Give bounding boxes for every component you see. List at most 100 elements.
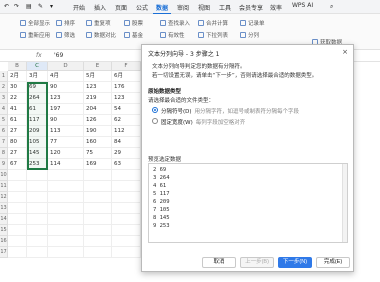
table-cell[interactable] xyxy=(8,236,27,247)
table-cell[interactable] xyxy=(8,247,27,258)
table-cell[interactable]: 6月 xyxy=(112,71,141,82)
preview-scrollbar[interactable] xyxy=(342,164,347,242)
table-cell[interactable]: 80 xyxy=(8,137,27,148)
filter-button[interactable]: 筛选 xyxy=(56,31,75,39)
table-cell[interactable] xyxy=(27,203,48,214)
table-cell[interactable] xyxy=(84,192,112,203)
table-cell[interactable] xyxy=(84,247,112,258)
table-cell[interactable]: 204 xyxy=(84,104,112,115)
row-header[interactable]: 8 xyxy=(0,148,8,159)
table-cell[interactable]: 112 xyxy=(112,126,141,137)
table-cell[interactable] xyxy=(48,214,84,225)
table-cell[interactable] xyxy=(27,225,48,236)
table-cell[interactable] xyxy=(48,225,84,236)
row-header[interactable]: 10 xyxy=(0,170,8,181)
table-cell[interactable]: 114 xyxy=(48,159,84,170)
paint-icon[interactable]: ✎ xyxy=(38,3,46,11)
table-cell[interactable] xyxy=(8,170,27,181)
row-header[interactable]: 6 xyxy=(0,126,8,137)
table-cell[interactable] xyxy=(27,192,48,203)
table-cell[interactable] xyxy=(112,181,141,192)
row-header[interactable]: 7 xyxy=(0,137,8,148)
column-header-b[interactable]: B xyxy=(8,62,27,71)
table-cell[interactable]: 90 xyxy=(48,82,84,93)
row-header[interactable]: 12 xyxy=(0,192,8,203)
table-cell[interactable]: 160 xyxy=(84,137,112,148)
table-cell[interactable]: 123 xyxy=(112,93,141,104)
table-cell[interactable]: 123 xyxy=(84,82,112,93)
fixed-width-label[interactable]: 固定宽度(W) 每列字段加空格对齐 xyxy=(161,118,245,126)
delimited-label[interactable]: 分隔符号(D) 用分隔字符，如逗号或制表符分隔每个字段 xyxy=(161,107,299,115)
table-cell[interactable]: 27 xyxy=(8,148,27,159)
table-cell[interactable] xyxy=(112,170,141,181)
duplicates-button[interactable]: 重复项 xyxy=(86,19,111,27)
table-cell[interactable] xyxy=(48,192,84,203)
table-cell[interactable] xyxy=(112,192,141,203)
delimited-radio[interactable] xyxy=(152,107,158,113)
table-cell[interactable] xyxy=(8,225,27,236)
column-header-e[interactable]: E xyxy=(84,62,112,71)
table-cell[interactable]: 5月 xyxy=(84,71,112,82)
table-cell[interactable] xyxy=(112,203,141,214)
table-cell[interactable]: 75 xyxy=(84,148,112,159)
table-cell[interactable]: 126 xyxy=(84,115,112,126)
table-cell[interactable]: 54 xyxy=(112,104,141,115)
table-cell[interactable]: 67 xyxy=(8,159,27,170)
dropdown-list-button[interactable]: 下拉列表 xyxy=(198,31,228,39)
row-header[interactable]: 13 xyxy=(0,203,8,214)
row-header[interactable]: 14 xyxy=(0,214,8,225)
preview-box[interactable]: 2 69 3 264 4 61 5 117 6 209 7 105 8 145 9 253 xyxy=(148,163,348,243)
table-cell[interactable]: 169 xyxy=(84,159,112,170)
table-cell[interactable]: 4月 xyxy=(48,71,84,82)
row-header[interactable]: 9 xyxy=(0,159,8,170)
table-cell[interactable] xyxy=(112,236,141,247)
column-header-f[interactable]: F xyxy=(112,62,141,71)
menu-efficiency[interactable]: 效率 xyxy=(267,2,285,13)
menu-member[interactable]: 会员专享 xyxy=(236,2,266,13)
split-button[interactable]: 分列 xyxy=(240,31,259,39)
table-cell[interactable] xyxy=(84,181,112,192)
table-cell[interactable]: 176 xyxy=(112,82,141,93)
table-cell[interactable]: 62 xyxy=(112,115,141,126)
table-cell[interactable] xyxy=(8,214,27,225)
fund-button[interactable]: 基金 xyxy=(124,31,143,39)
menu-start[interactable]: 开始 xyxy=(70,2,88,13)
cancel-button[interactable]: 取消 xyxy=(202,257,236,268)
table-cell[interactable] xyxy=(112,225,141,236)
row-header[interactable]: 4 xyxy=(0,104,8,115)
table-cell[interactable]: 84 xyxy=(112,137,141,148)
record-button[interactable]: 记录单 xyxy=(240,19,265,27)
table-cell[interactable] xyxy=(112,247,141,258)
column-header-d[interactable]: D xyxy=(48,62,84,71)
table-cell[interactable]: 61 xyxy=(8,115,27,126)
menu-review[interactable]: 审阅 xyxy=(174,2,192,13)
table-cell[interactable]: 63 xyxy=(112,159,141,170)
table-cell[interactable] xyxy=(84,236,112,247)
print-icon[interactable]: ▤ xyxy=(26,3,34,11)
row-header[interactable]: 16 xyxy=(0,236,8,247)
table-cell[interactable] xyxy=(27,247,48,258)
validity-button[interactable]: 有效性 xyxy=(160,31,185,39)
table-cell[interactable]: 2月 xyxy=(8,71,27,82)
wps-ai-button[interactable]: WPS AI xyxy=(292,2,313,9)
lookup-button[interactable]: 查找录入 xyxy=(160,19,190,27)
table-cell[interactable]: 190 xyxy=(84,126,112,137)
menu-page[interactable]: 页面 xyxy=(112,2,130,13)
table-cell[interactable] xyxy=(48,170,84,181)
table-cell[interactable]: 30 xyxy=(8,82,27,93)
menu-formula[interactable]: 公式 xyxy=(133,2,151,13)
sort-button[interactable]: 排序 xyxy=(56,19,75,27)
row-header[interactable]: 1 xyxy=(0,71,8,82)
redo-icon[interactable]: ↷ xyxy=(14,3,22,11)
row-header[interactable]: 2 xyxy=(0,82,8,93)
menu-tools[interactable]: 工具 xyxy=(216,2,234,13)
table-cell[interactable] xyxy=(27,181,48,192)
table-cell[interactable]: 27 xyxy=(8,126,27,137)
row-header[interactable]: 11 xyxy=(0,181,8,192)
table-cell[interactable] xyxy=(8,181,27,192)
table-cell[interactable] xyxy=(48,181,84,192)
reapply-button[interactable]: 重新应用 xyxy=(20,31,50,39)
close-icon[interactable]: × xyxy=(342,48,348,56)
table-cell[interactable] xyxy=(27,214,48,225)
table-cell[interactable] xyxy=(27,170,48,181)
